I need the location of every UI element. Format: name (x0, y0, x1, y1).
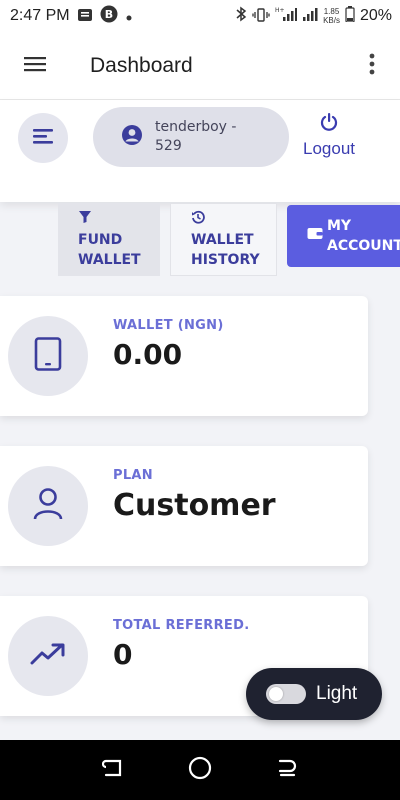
align-left-icon (32, 127, 54, 149)
logout-button[interactable]: Logout (298, 112, 360, 159)
user-circle-icon (121, 124, 143, 150)
back-icon (276, 758, 298, 782)
battery-icon (345, 6, 355, 26)
referrals-icon-circle (8, 616, 88, 696)
plan-value: Customer (113, 488, 276, 523)
wallet-value: 0.00 (113, 338, 183, 371)
status-right: H+ 1.85 KB/s 20% (235, 6, 392, 26)
bluetooth-icon (235, 6, 247, 26)
wallet-icon-circle (8, 316, 88, 396)
sidebar-toggle-button[interactable] (18, 113, 68, 163)
more-options-button[interactable] (344, 32, 400, 100)
tab-wallet-history[interactable]: WALLET HISTORY (170, 203, 277, 276)
tab-my-account-label: MY ACCOUNT (327, 218, 400, 254)
signal-icon-2 (302, 6, 318, 26)
bitcoin-icon: B (100, 5, 118, 27)
wallet-icon (307, 226, 323, 246)
network-speed-value: 1.85 (323, 7, 340, 16)
filter-icon (78, 210, 160, 230)
status-bar: 2:47 PM B H+ 1.85 KB/s 20% (0, 0, 400, 32)
dot-icon (125, 7, 133, 26)
theme-label: Light (316, 683, 358, 704)
plan-caption: PLAN (113, 468, 153, 483)
tab-wallet-history-label: WALLET HISTORY (191, 231, 260, 268)
status-left: 2:47 PM B (10, 5, 133, 27)
power-icon (319, 112, 339, 136)
menu-button[interactable] (0, 32, 70, 100)
battery-percent: 20% (359, 7, 392, 24)
signal-icon-1: H+ (275, 6, 298, 26)
svg-text:B: B (104, 8, 112, 21)
plan-icon-circle (8, 466, 88, 546)
recents-icon (102, 758, 124, 782)
username: tenderboy - 529 (155, 119, 237, 154)
wallet-caption: WALLET (NGN) (113, 318, 224, 333)
user-icon (32, 487, 64, 525)
wallet-balance-card: WALLET (NGN) 0.00 (0, 296, 368, 416)
tab-my-account-row: MY ACCOUNT (307, 216, 400, 256)
theme-switch[interactable] (266, 684, 306, 704)
system-nav-bar (0, 740, 400, 800)
back-button[interactable] (267, 750, 307, 790)
status-time: 2:47 PM (10, 7, 70, 24)
svg-text:H+: H+ (275, 7, 285, 14)
hamburger-icon (23, 55, 47, 77)
user-profile-pill[interactable]: tenderboy - 529 (93, 107, 289, 167)
more-vert-icon (369, 53, 375, 79)
home-circle-icon (188, 756, 212, 784)
tablet-icon (34, 337, 62, 375)
referrals-caption: TOTAL REFERRED. (113, 618, 250, 633)
logout-label: Logout (303, 139, 355, 158)
network-speed-unit: KB/s (323, 16, 340, 25)
history-icon (191, 210, 276, 230)
dashboard-tabs: FUND WALLET WALLET HISTORY MY ACCOUNT (0, 203, 400, 277)
recent-apps-button[interactable] (93, 750, 133, 790)
referrals-value: 0 (113, 638, 133, 671)
theme-switch-knob (269, 687, 283, 701)
app-bar: Dashboard (0, 32, 400, 100)
header-panel: tenderboy - 529 Logout (0, 100, 400, 202)
tab-fund-wallet[interactable]: FUND WALLET (58, 203, 160, 276)
trending-up-icon (30, 642, 66, 670)
theme-toggle[interactable]: Light (246, 668, 382, 720)
vibrate-icon (252, 7, 270, 26)
page-title: Dashboard (90, 53, 193, 77)
network-speed: 1.85 KB/s (323, 7, 340, 25)
message-icon (77, 7, 93, 26)
plan-card: PLAN Customer (0, 446, 368, 566)
tab-my-account[interactable]: MY ACCOUNT (287, 205, 400, 267)
tab-fund-wallet-label: FUND WALLET (78, 231, 141, 268)
home-button[interactable] (180, 750, 220, 790)
